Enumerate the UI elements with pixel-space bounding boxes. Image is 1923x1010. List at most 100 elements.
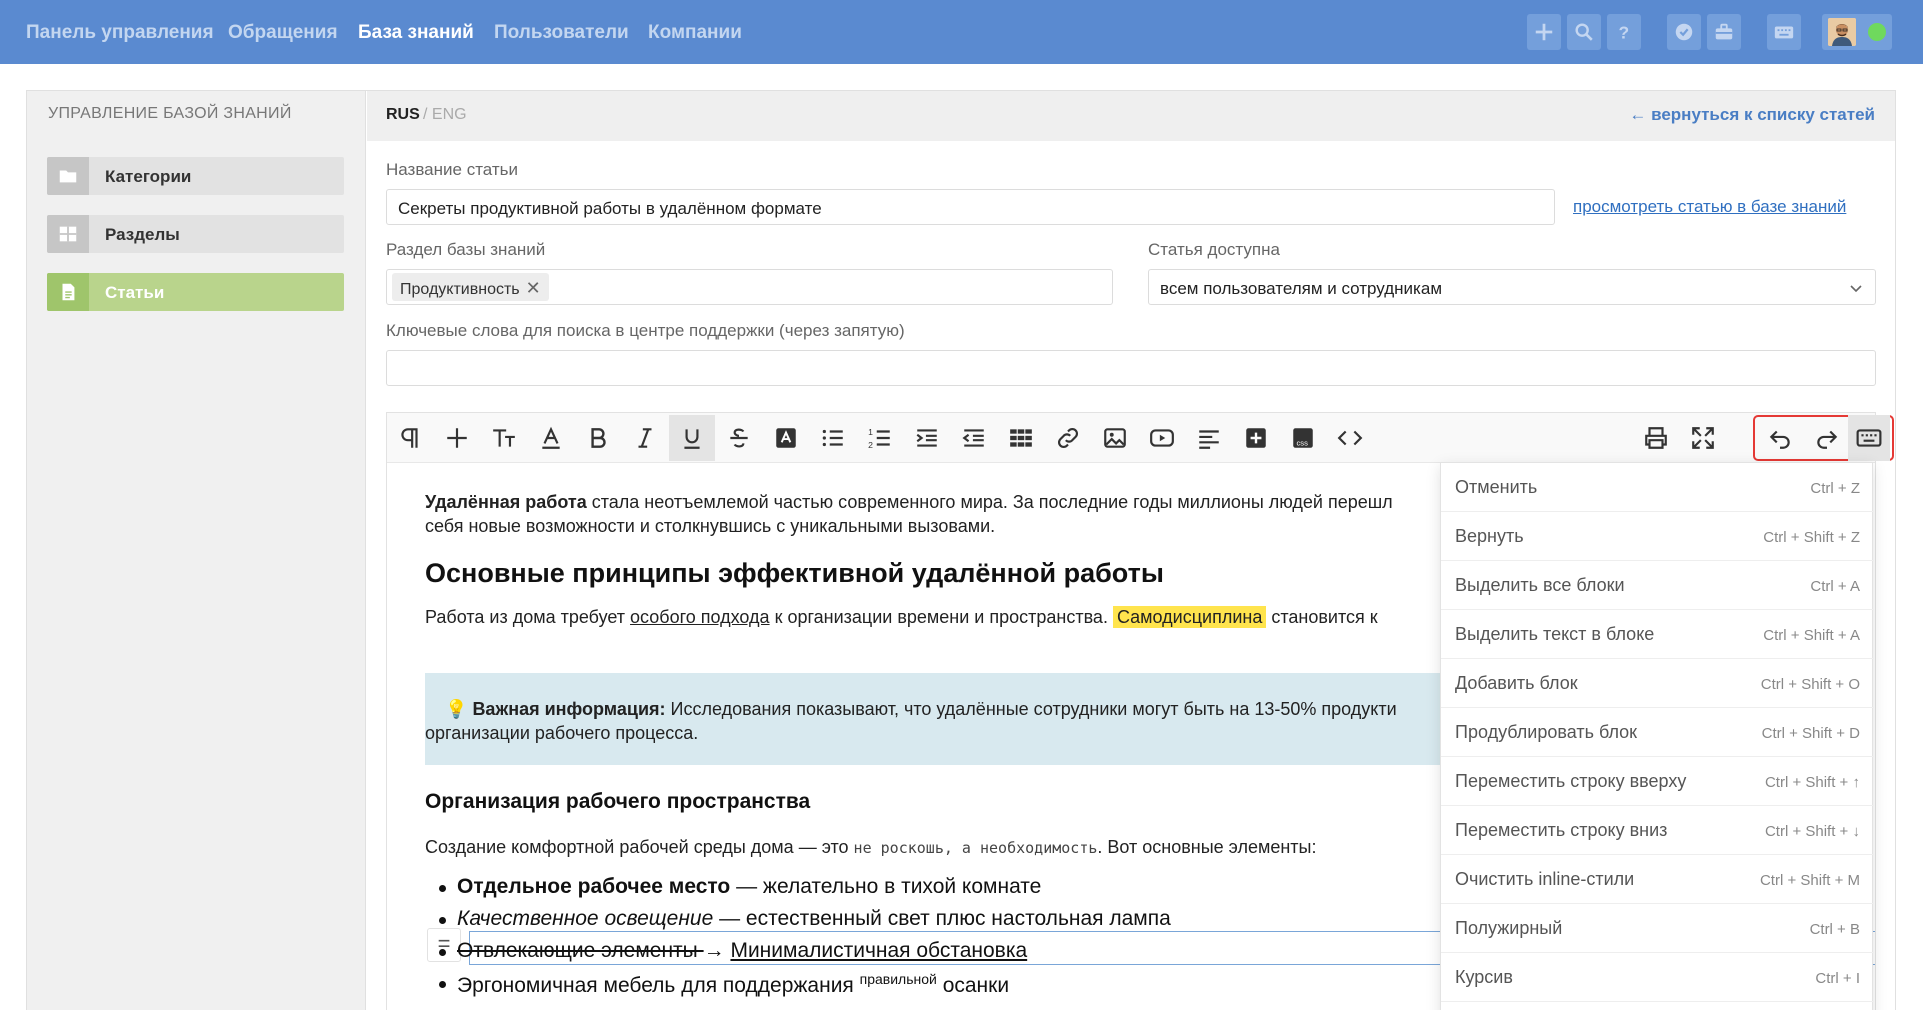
section-select[interactable]: Продуктивность ✕ xyxy=(386,269,1113,305)
bold-icon[interactable] xyxy=(575,415,621,461)
access-label: Статья доступна xyxy=(1148,240,1280,259)
link-icon[interactable] xyxy=(1045,415,1091,461)
paragraph-intro: Удалённая работа стала неотъемлемой част… xyxy=(425,490,1393,514)
italic-icon[interactable] xyxy=(622,415,668,461)
paragraph-icon[interactable] xyxy=(387,415,433,461)
access-select[interactable]: всем пользователям и сотрудникам xyxy=(1148,269,1876,305)
svg-text:2: 2 xyxy=(868,440,873,450)
shortcut-bold[interactable]: Полужирный Ctrl + B xyxy=(1441,904,1874,953)
insert-block-icon[interactable] xyxy=(1233,415,1279,461)
fullscreen-icon[interactable] xyxy=(1680,415,1726,461)
redo-icon[interactable] xyxy=(1804,415,1850,461)
shortcut-label: Отменить xyxy=(1455,477,1538,497)
user-menu[interactable] xyxy=(1822,14,1892,50)
undo-icon[interactable] xyxy=(1757,415,1803,461)
shortcut-label: Добавить блок xyxy=(1455,673,1578,693)
sidebar-item-sections[interactable]: Разделы xyxy=(47,215,344,253)
lang-eng-tab[interactable]: / ENG xyxy=(423,106,467,124)
bulleted-list-icon[interactable] xyxy=(810,415,856,461)
shortcut-keys: Ctrl + Shift + A xyxy=(1763,627,1860,644)
search-icon[interactable] xyxy=(1567,14,1601,50)
text-size-icon[interactable] xyxy=(481,415,527,461)
shortcut-clear-inline-styles[interactable]: Очистить inline-стили Ctrl + Shift + M xyxy=(1441,855,1874,904)
outdent-icon[interactable] xyxy=(951,415,997,461)
shortcut-label: Переместить строку вниз xyxy=(1455,820,1668,840)
help-icon[interactable]: ? xyxy=(1607,14,1641,50)
shortcut-move-line-up[interactable]: Переместить строку вверху Ctrl + Shift + … xyxy=(1441,757,1874,806)
chevron-down-icon xyxy=(1850,285,1862,293)
highlighted-text: Самодисциплина xyxy=(1112,606,1267,628)
text-run: . Вот основные элементы: xyxy=(1097,837,1317,857)
check-circle-icon[interactable] xyxy=(1667,14,1701,50)
sidebar-item-articles[interactable]: Статьи xyxy=(47,273,344,311)
intro-bold-text: Удалённая работа xyxy=(425,492,587,512)
shortcut-select-text-in-block[interactable]: Выделить текст в блоке Ctrl + Shift + A xyxy=(1441,610,1874,659)
svg-text:css: css xyxy=(1297,439,1309,448)
video-icon[interactable] xyxy=(1139,415,1185,461)
close-icon[interactable]: ✕ xyxy=(526,278,541,298)
highlight-icon[interactable] xyxy=(763,415,809,461)
keyboard-icon[interactable] xyxy=(1767,14,1801,50)
callout-text-line2: организации рабочего процесса. xyxy=(425,723,699,743)
table-icon[interactable] xyxy=(998,415,1044,461)
underline-icon[interactable] xyxy=(669,415,715,461)
image-icon[interactable] xyxy=(1092,415,1138,461)
shortcut-label: Вернуть xyxy=(1455,526,1524,546)
top-navigation-bar: Панель управления Обращения База знаний … xyxy=(0,0,1923,64)
plus-icon[interactable] xyxy=(1527,14,1561,50)
access-value: всем пользователям и сотрудникам xyxy=(1160,279,1443,298)
back-to-articles-link[interactable]: ← вернуться к списку статей xyxy=(1629,105,1875,125)
keywords-input[interactable] xyxy=(386,350,1876,386)
drag-handle[interactable]: = xyxy=(427,928,461,962)
heading-workspace: Организация рабочего пространства xyxy=(425,790,811,813)
numbered-list-icon[interactable]: 12 xyxy=(857,415,903,461)
section-tag: Продуктивность ✕ xyxy=(392,273,549,301)
strikethrough-icon[interactable] xyxy=(716,415,762,461)
folder-icon xyxy=(47,157,89,195)
text-color-icon[interactable] xyxy=(528,415,574,461)
list-item: Качественное освещение — естественный св… xyxy=(439,907,1171,931)
shortcut-italic[interactable]: Курсив Ctrl + I xyxy=(1441,953,1874,1002)
text-run: Создание комфортной рабочей среды дома —… xyxy=(425,837,854,857)
strikethrough-text: Отвлекающие элементы xyxy=(457,939,704,962)
shortcut-label: Очистить inline-стили xyxy=(1455,869,1635,889)
shortcut-keys: Ctrl + Shift + O xyxy=(1760,676,1860,693)
nav-users[interactable]: Пользователи xyxy=(494,22,629,44)
document-icon xyxy=(47,273,89,311)
shortcut-keys: Ctrl + Shift + ↓ xyxy=(1764,823,1860,840)
underlined-text: Минималистичная обстановка xyxy=(730,939,1028,962)
shortcut-label: Курсив xyxy=(1455,967,1513,987)
shortcut-redo[interactable]: Вернуть Ctrl + Shift + Z xyxy=(1441,512,1874,561)
code-icon[interactable] xyxy=(1327,415,1373,461)
indent-icon[interactable] xyxy=(904,415,950,461)
shortcut-duplicate-block[interactable]: Продублировать блок Ctrl + Shift + D xyxy=(1441,708,1874,757)
grid-icon xyxy=(47,215,89,253)
callout-rest-text: Исследования показывают, что удалённые с… xyxy=(665,699,1397,719)
sidebar-item-label: Категории xyxy=(105,167,192,186)
nav-dashboard[interactable]: Панель управления xyxy=(26,22,214,44)
sidebar-item-categories[interactable]: Категории xyxy=(47,157,344,195)
align-icon[interactable] xyxy=(1186,415,1232,461)
briefcase-icon[interactable] xyxy=(1707,14,1741,50)
nav-companies[interactable]: Компании xyxy=(648,22,742,44)
list-item: Отдельное рабочее место — желательно в т… xyxy=(438,875,1041,899)
paragraph-home-work: Работа из дома требует особого подхода к… xyxy=(425,605,1378,629)
nav-knowledge-base[interactable]: База знаний xyxy=(358,22,474,44)
article-title-input[interactable]: Секреты продуктивной работы в удалённом … xyxy=(386,189,1555,225)
list-item: Эргономичная мебель для поддержания прав… xyxy=(438,971,1009,998)
add-block-icon[interactable] xyxy=(434,415,480,461)
shortcut-select-all-blocks[interactable]: Выделить все блоки Ctrl + A xyxy=(1441,561,1874,610)
avatar xyxy=(1828,18,1856,46)
keyboard-shortcuts-icon[interactable] xyxy=(1848,415,1890,461)
online-status-dot xyxy=(1868,23,1886,41)
shortcut-undo[interactable]: Отменить Ctrl + Z xyxy=(1441,463,1874,512)
lang-rus-tab[interactable]: RUS xyxy=(386,106,420,124)
nav-tickets[interactable]: Обращения xyxy=(228,22,338,44)
print-icon[interactable] xyxy=(1633,415,1679,461)
view-article-link[interactable]: просмотреть статью в базе знаний xyxy=(1573,197,1846,217)
shortcut-add-block[interactable]: Добавить блок Ctrl + Shift + O xyxy=(1441,659,1874,708)
shortcut-move-line-down[interactable]: Переместить строку вниз Ctrl + Shift + ↓ xyxy=(1441,806,1874,855)
underlined-text: особого подхода xyxy=(630,607,770,627)
css-icon[interactable]: css xyxy=(1280,415,1326,461)
keywords-label: Ключевые слова для поиска в центре подде… xyxy=(386,321,905,340)
